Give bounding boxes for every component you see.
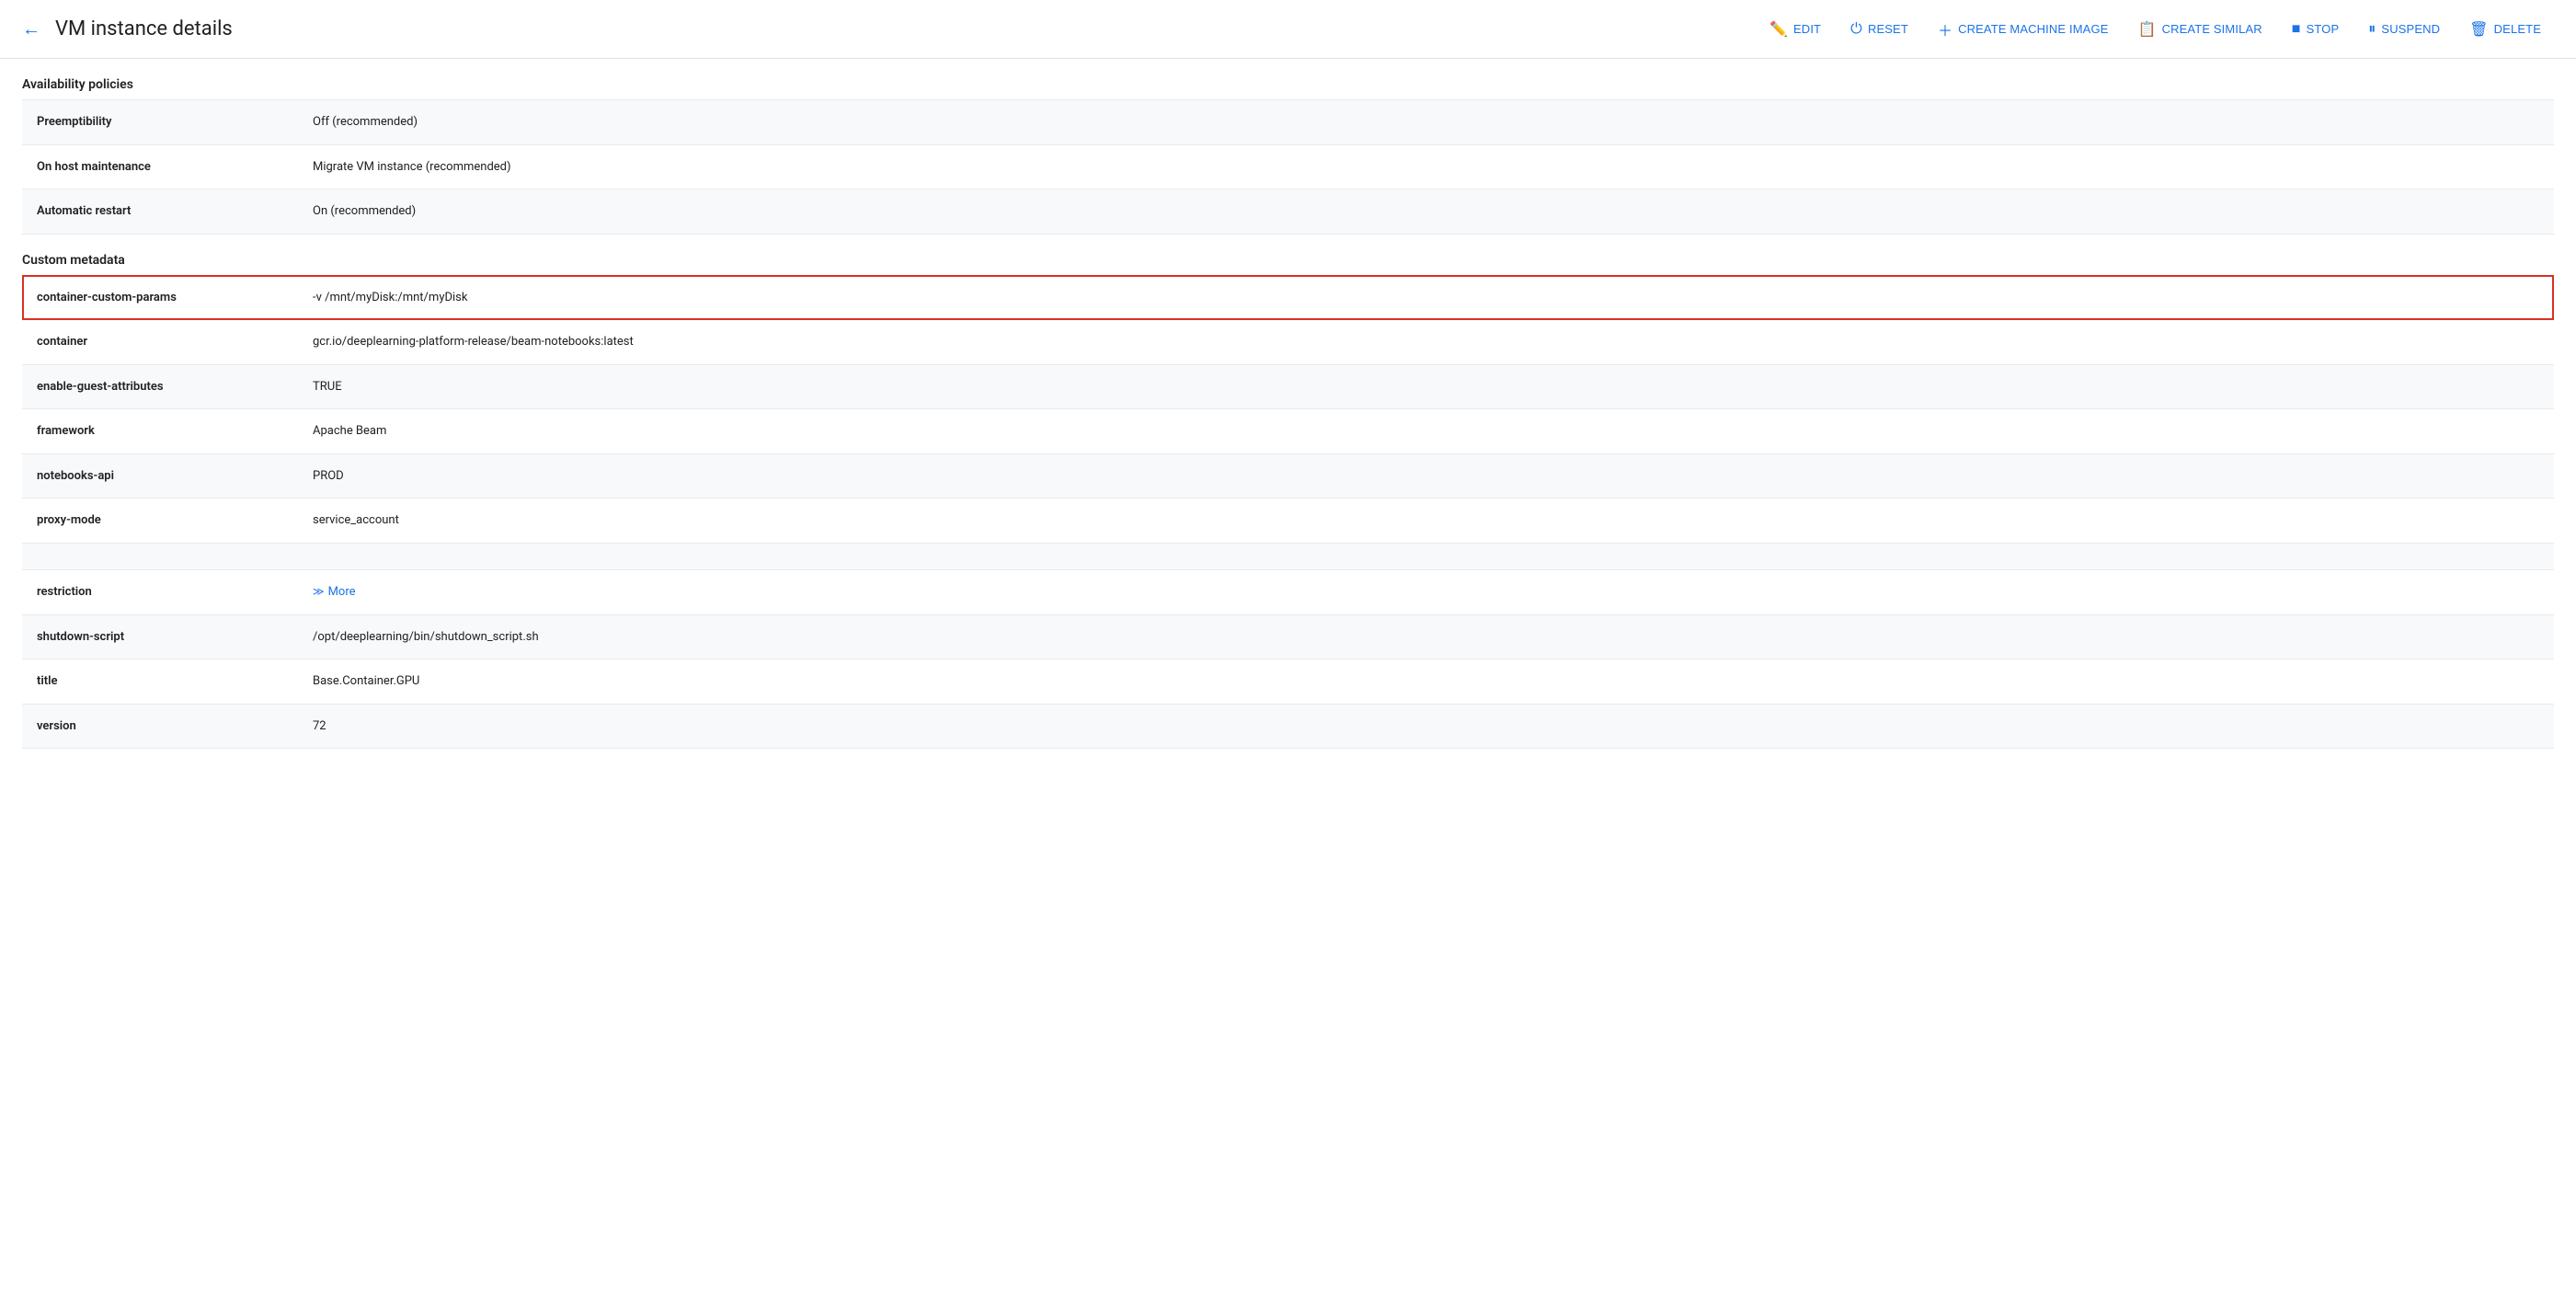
custom-metadata-title: Custom metadata	[22, 235, 2554, 275]
row-key: framework	[22, 409, 298, 454]
custom-metadata-table: container-custom-params -v /mnt/myDisk:/…	[22, 275, 2554, 750]
stop-icon: ■	[2292, 21, 2301, 38]
row-key: enable-guest-attributes	[22, 364, 298, 409]
table-row: restriction ≫ More	[22, 569, 2554, 614]
row-value: Base.Container.GPU	[313, 674, 419, 688]
edit-icon: ✏️	[1769, 20, 1788, 39]
row-value: On (recommended)	[298, 189, 2554, 235]
row-value: service_account	[313, 513, 399, 527]
create-machine-image-label: CREATE MACHINE IMAGE	[1958, 22, 2108, 36]
page-title: VM instance details	[55, 17, 233, 40]
row-value: TRUE	[313, 380, 342, 394]
row-value-cell: service_account	[298, 499, 2554, 544]
create-machine-image-icon: ＋	[1938, 18, 1952, 40]
row-key: Automatic restart	[22, 189, 298, 235]
row-value: PROD	[313, 469, 344, 483]
table-row: enable-guest-attributes TRUE	[22, 364, 2554, 409]
edit-button[interactable]: ✏️ EDIT	[1757, 13, 1834, 46]
availability-policies-title: Availability policies	[22, 59, 2554, 99]
edit-label: EDIT	[1793, 22, 1821, 36]
table-row: Automatic restart On (recommended)	[22, 189, 2554, 235]
row-key: On host maintenance	[22, 144, 298, 189]
reset-icon: ⏻	[1850, 21, 1862, 38]
row-value: -v /mnt/myDisk:/mnt/myDisk	[313, 291, 467, 304]
create-similar-button[interactable]: 📋 CREATE SIMILAR	[2125, 13, 2275, 46]
suspend-button[interactable]: ⏸ SUSPEND	[2355, 14, 2453, 45]
row-key: Preemptibility	[22, 100, 298, 145]
row-value: Migrate VM instance (recommended)	[298, 144, 2554, 189]
content: Availability policies Preemptibility Off…	[0, 59, 2576, 771]
back-arrow-icon: ←	[22, 17, 40, 40]
create-machine-image-button[interactable]: ＋ CREATE MACHINE IMAGE	[1925, 11, 2122, 48]
table-row: container gcr.io/deeplearning-platform-r…	[22, 320, 2554, 365]
table-row: version 72	[22, 704, 2554, 749]
row-value-cell: PROD	[298, 453, 2554, 499]
table-row: title Base.Container.GPU	[22, 659, 2554, 705]
table-row: On host maintenance Migrate VM instance …	[22, 144, 2554, 189]
suspend-label: SUSPEND	[2381, 22, 2440, 36]
table-row: notebooks-api PROD	[22, 453, 2554, 499]
delete-icon: 🗑	[2469, 20, 2488, 39]
table-row: shutdown-script /opt/deeplearning/bin/sh…	[22, 614, 2554, 659]
table-row: Preemptibility Off (recommended)	[22, 100, 2554, 145]
suspend-icon: ⏸	[2368, 21, 2376, 38]
create-similar-icon: 📋	[2138, 20, 2157, 39]
chevron-down-icon: ≫	[313, 583, 325, 600]
row-value-cell: -v /mnt/myDisk:/mnt/myDisk	[298, 275, 2554, 320]
availability-policies-table: Preemptibility Off (recommended) On host…	[22, 99, 2554, 235]
row-key: proxy-mode	[22, 499, 298, 544]
row-value-cell: TRUE	[298, 364, 2554, 409]
row-value-cell: 72	[298, 704, 2554, 749]
row-value: /opt/deeplearning/bin/shutdown_script.sh	[313, 630, 539, 644]
row-value-cell: /opt/deeplearning/bin/shutdown_script.sh	[298, 614, 2554, 659]
stop-button[interactable]: ■ STOP	[2279, 14, 2352, 45]
delete-button[interactable]: 🗑 DELETE	[2456, 13, 2554, 46]
row-value-cell: Base.Container.GPU	[298, 659, 2554, 705]
toolbar: ← VM instance details ✏️ EDIT ⏻ RESET ＋ …	[0, 0, 2576, 59]
row-key: container-custom-params	[22, 275, 298, 320]
row-value-cell: gcr.io/deeplearning-platform-release/bea…	[298, 320, 2554, 365]
row-value-cell	[298, 543, 2554, 569]
table-row	[22, 543, 2554, 569]
row-value: gcr.io/deeplearning-platform-release/bea…	[313, 335, 634, 349]
row-key: title	[22, 659, 298, 705]
row-value: Apache Beam	[313, 424, 386, 438]
table-row: framework Apache Beam	[22, 409, 2554, 454]
row-key: container	[22, 320, 298, 365]
row-value-cell: ≫ More	[298, 569, 2554, 614]
row-key: shutdown-script	[22, 614, 298, 659]
table-row: container-custom-params -v /mnt/myDisk:/…	[22, 275, 2554, 320]
stop-label: STOP	[2307, 22, 2340, 36]
more-link[interactable]: ≫ More	[313, 583, 356, 602]
row-key: version	[22, 704, 298, 749]
reset-label: RESET	[1868, 22, 1908, 36]
reset-button[interactable]: ⏻ RESET	[1838, 14, 1921, 45]
create-similar-label: CREATE SIMILAR	[2162, 22, 2262, 36]
table-row: proxy-mode service_account	[22, 499, 2554, 544]
row-value: 72	[313, 719, 326, 733]
row-key	[22, 543, 298, 569]
row-value: Off (recommended)	[298, 100, 2554, 145]
row-key: notebooks-api	[22, 453, 298, 499]
delete-label: DELETE	[2494, 22, 2541, 36]
row-key: restriction	[22, 569, 298, 614]
row-value-cell: Apache Beam	[298, 409, 2554, 454]
back-button[interactable]: ←	[22, 17, 40, 40]
toolbar-actions: ✏️ EDIT ⏻ RESET ＋ CREATE MACHINE IMAGE 📋…	[1757, 11, 2554, 48]
